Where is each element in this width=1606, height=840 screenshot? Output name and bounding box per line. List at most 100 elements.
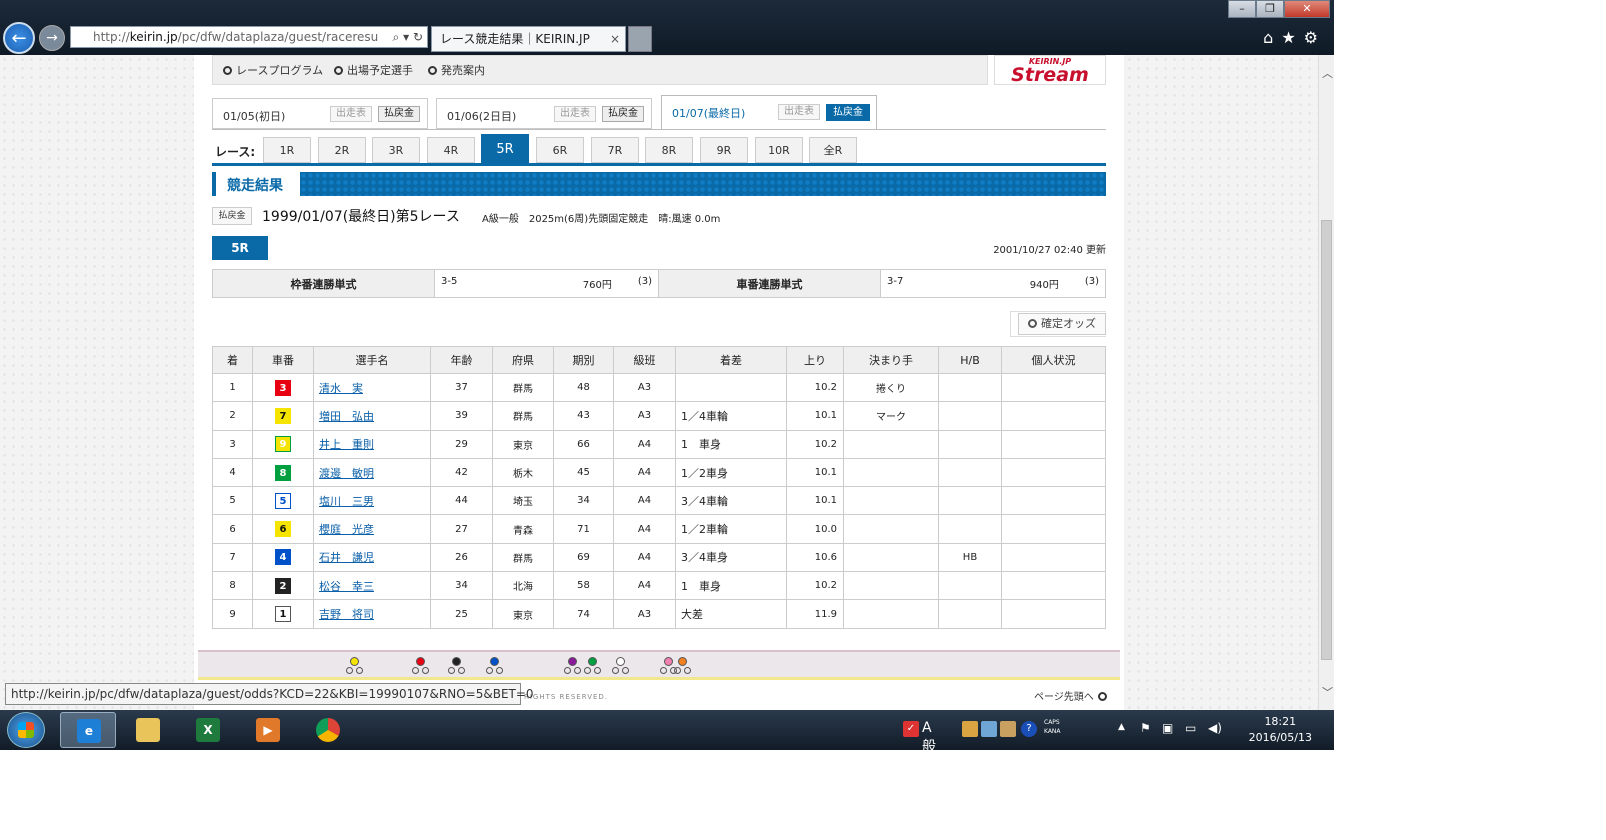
car-rank: (3) xyxy=(1084,276,1099,287)
browser-tab[interactable]: レース競走結果｜KEIRIN.JP × xyxy=(431,26,626,52)
result-row: 4 8 渡邊 敏明 42 栃木 45 A4 1／2車身 10.1 xyxy=(212,457,1106,488)
window-controls: – ❐ ✕ xyxy=(1228,0,1330,18)
page-top-link[interactable]: ページ先頭へ xyxy=(1034,688,1107,703)
payout-button[interactable]: 払戻金 xyxy=(378,106,420,122)
new-tab-button[interactable] xyxy=(628,26,652,52)
cell-class: A4 xyxy=(613,486,676,516)
rider-name-link[interactable]: 松谷 幸三 xyxy=(319,580,374,593)
rider-name-link[interactable]: 渡邊 敏明 xyxy=(319,467,374,480)
taskbar-chrome[interactable] xyxy=(300,712,356,748)
back-button[interactable]: ← xyxy=(3,22,35,54)
help-icon[interactable]: ? xyxy=(1021,721,1037,737)
cell-term: 58 xyxy=(553,571,614,601)
rider-name-link[interactable]: 井上 重則 xyxy=(319,438,374,451)
windows-logo-icon xyxy=(18,722,34,738)
keirin-stream-logo[interactable]: KEIRIN.JP Stream xyxy=(994,55,1106,85)
cell-margin xyxy=(675,372,787,403)
browser-toolbar-icons: ⌂★⚙ xyxy=(1263,28,1326,47)
race-title: 1999/01/07(最終日)第5レース xyxy=(262,209,460,225)
taskbar-excel[interactable]: X xyxy=(180,712,236,748)
device-icon[interactable]: ▣ xyxy=(1162,721,1173,735)
scroll-thumb[interactable] xyxy=(1321,220,1332,660)
address-bar[interactable]: http://keirin.jp/pc/dfw/dataplaza/guest/… xyxy=(70,26,428,48)
cell-status xyxy=(1001,571,1106,601)
dropdown-icon[interactable]: ▾ xyxy=(403,30,409,44)
race-tab-8r[interactable]: 8R xyxy=(645,137,693,163)
start-button[interactable] xyxy=(7,712,45,748)
race-tab-1r[interactable]: 1R xyxy=(263,137,311,163)
nav-link-race-program[interactable]: レースプログラム xyxy=(223,62,323,78)
confirmed-odds-button[interactable]: 確定オッズ xyxy=(1018,313,1106,335)
tray-ime-tools-icon[interactable] xyxy=(981,721,997,737)
scroll-up-icon[interactable]: ︿ xyxy=(1322,65,1333,81)
network-icon[interactable]: ▭ xyxy=(1185,721,1196,735)
cell-car-number: 1 xyxy=(252,599,314,629)
payout-button-active[interactable]: 払戻金 xyxy=(826,104,870,121)
day-tab-label: 01/07(最終日) xyxy=(672,107,746,120)
cell-age: 42 xyxy=(430,457,493,488)
tab-title: レース競走結果｜KEIRIN.JP xyxy=(440,32,590,46)
entry-sheet-button[interactable]: 出走表 xyxy=(778,104,820,120)
nav-link-sales-info[interactable]: 発売案内 xyxy=(428,62,485,78)
race-tab-2r[interactable]: 2R xyxy=(318,137,366,163)
search-icon[interactable]: ⌕ xyxy=(393,30,400,44)
entry-sheet-button[interactable]: 出走表 xyxy=(330,106,372,122)
taskbar-media-player[interactable]: ▶ xyxy=(240,712,296,748)
back-arrow-icon: ← xyxy=(11,28,27,49)
rider-name-link[interactable]: 清水 実 xyxy=(319,382,363,395)
volume-icon[interactable]: ◀) xyxy=(1208,721,1222,735)
race-tab-10r[interactable]: 10R xyxy=(755,137,803,163)
taskbar-internet-explorer[interactable]: e xyxy=(60,712,116,748)
payout-button[interactable]: 払戻金 xyxy=(602,106,644,122)
day-tab-3-active[interactable]: 01/07(最終日) 出走表 払戻金 xyxy=(661,95,877,130)
action-center-flag-icon[interactable]: ⚑ xyxy=(1140,721,1151,735)
favorites-star-icon[interactable]: ★ xyxy=(1281,28,1303,47)
race-tab-3r[interactable]: 3R xyxy=(372,137,420,163)
entry-sheet-button[interactable]: 出走表 xyxy=(554,106,596,122)
race-tab-6r[interactable]: 6R xyxy=(536,137,584,163)
cell-margin: 3／4車輪 xyxy=(675,486,787,516)
vertical-scrollbar[interactable]: ︿ ﹀ xyxy=(1318,55,1334,710)
cell-margin: 大差 xyxy=(675,599,787,629)
refresh-icon[interactable]: ↻ xyxy=(413,30,423,44)
tray-app-icon[interactable]: ✓ xyxy=(903,721,919,737)
day-tab-1[interactable]: 01/05(初日) 出走表 払戻金 xyxy=(212,98,428,129)
race-tab-5r[interactable]: 5R xyxy=(481,134,529,164)
settings-gear-icon[interactable]: ⚙ xyxy=(1304,28,1326,47)
tray-ime-icon[interactable] xyxy=(962,721,978,737)
rider-name-link[interactable]: 塩川 三男 xyxy=(319,495,374,508)
race-tab-7r[interactable]: 7R xyxy=(591,137,639,163)
cell-status xyxy=(1001,372,1106,403)
maximize-button[interactable]: ❐ xyxy=(1256,0,1284,18)
cell-place: 8 xyxy=(212,571,253,601)
minimize-button[interactable]: – xyxy=(1228,0,1256,18)
car-exacta-value: 3-7 (3) 940円 xyxy=(880,269,1106,298)
ime-indicator[interactable]: A 般 xyxy=(922,720,936,750)
rider-name-link[interactable]: 櫻庭 光彦 xyxy=(319,523,374,536)
scroll-down-icon[interactable]: ﹀ xyxy=(1322,684,1333,700)
race-tab-all[interactable]: 全R xyxy=(809,137,857,163)
result-row: 2 7 増田 弘由 39 群馬 43 A3 1／4車輪 10.1 マーク xyxy=(212,401,1106,431)
col-term: 期別 xyxy=(553,346,614,374)
payout-badge[interactable]: 払戻金 xyxy=(212,207,252,225)
tab-close-icon[interactable]: × xyxy=(610,27,620,51)
home-icon[interactable]: ⌂ xyxy=(1263,28,1281,47)
car-number-badge: 5 xyxy=(275,492,291,509)
cell-place: 1 xyxy=(212,372,253,403)
show-hidden-icons-icon[interactable]: ▲ xyxy=(1118,722,1125,732)
close-window-button[interactable]: ✕ xyxy=(1284,0,1330,18)
clock[interactable]: 18:21 2016/05/13 xyxy=(1249,714,1312,746)
rider-name-link[interactable]: 吉野 将司 xyxy=(319,608,374,621)
nav-link-entries[interactable]: 出場予定選手 xyxy=(334,62,413,78)
forward-button[interactable]: → xyxy=(39,25,65,51)
taskbar-file-explorer[interactable] xyxy=(120,712,176,748)
day-tab-2[interactable]: 01/06(2日目) 出走表 払戻金 xyxy=(436,98,652,129)
race-tab-9r[interactable]: 9R xyxy=(700,137,748,163)
race-tab-4r[interactable]: 4R xyxy=(427,137,475,163)
rider-name-link[interactable]: 増田 弘由 xyxy=(319,410,374,423)
rider-name-link[interactable]: 石井 謙児 xyxy=(319,551,374,564)
tray-dictionary-icon[interactable] xyxy=(1000,721,1016,737)
bullet-icon xyxy=(428,66,437,75)
caps-kana-indicator: CAPS KANA xyxy=(1044,719,1061,735)
cell-prefecture: 栃木 xyxy=(492,457,554,488)
